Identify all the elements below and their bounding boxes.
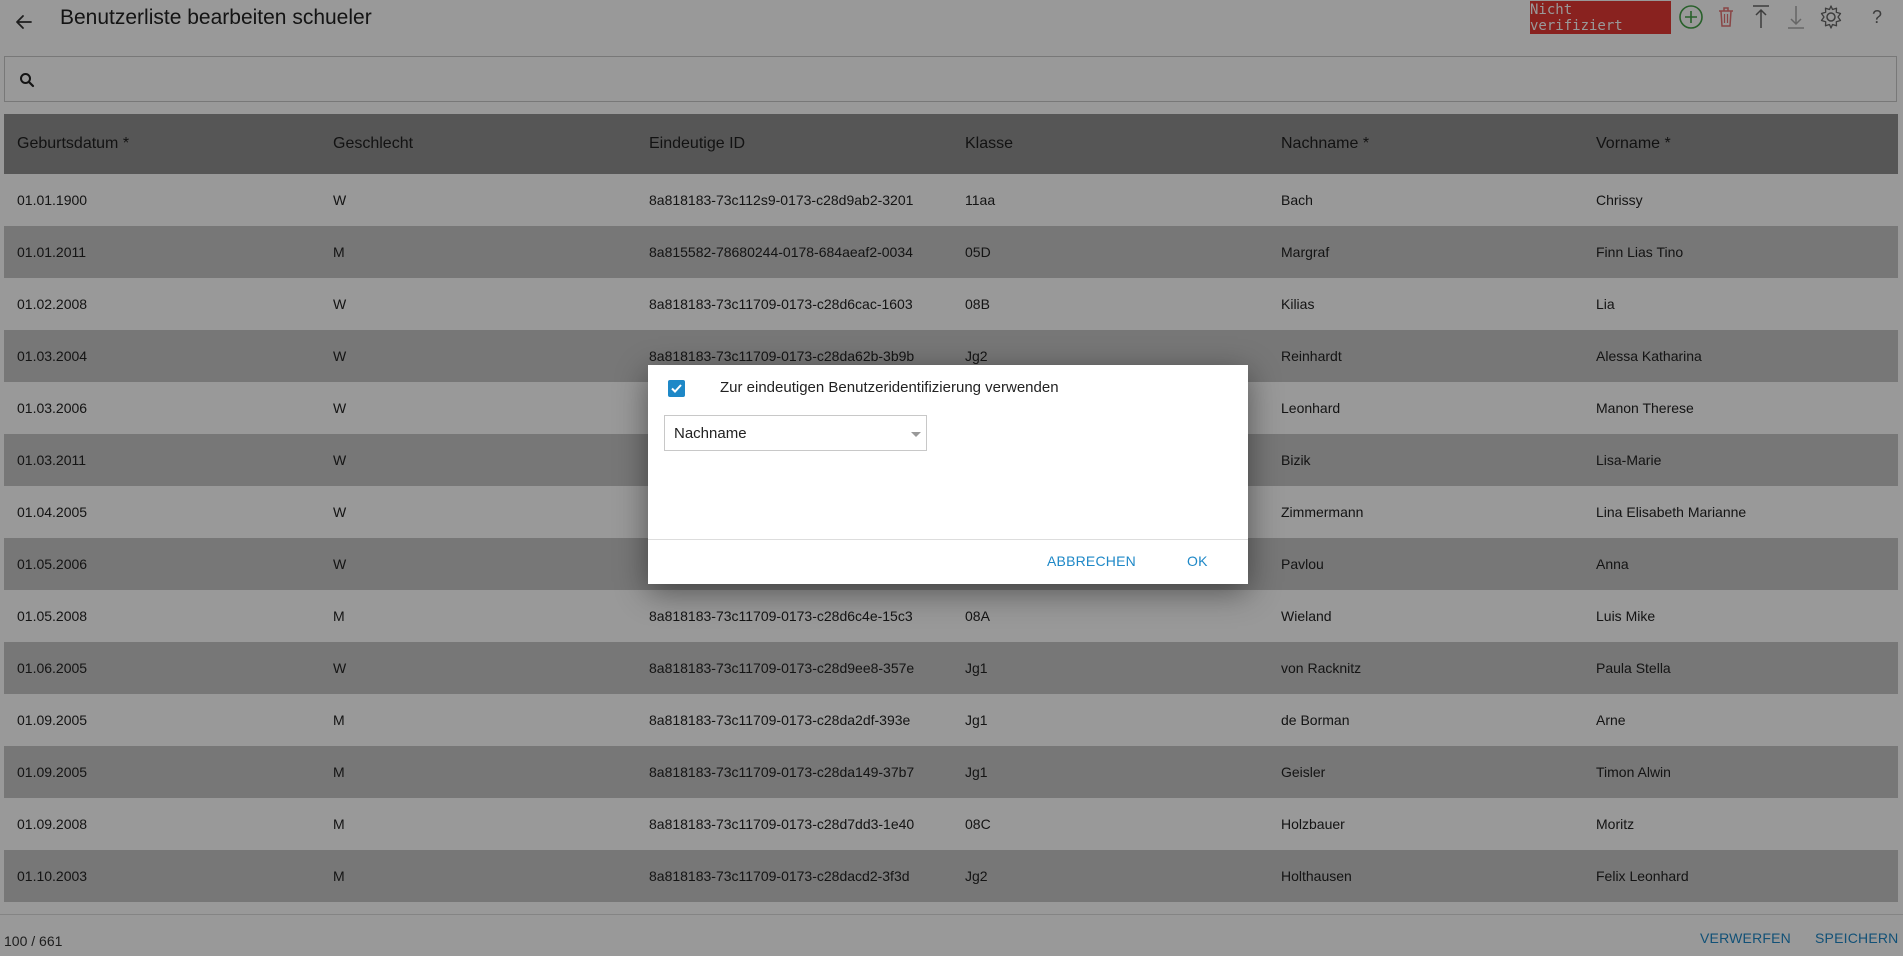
identification-dialog: Zur eindeutigen Benutzeridentifizierung … <box>648 365 1248 584</box>
cancel-button[interactable]: ABBRECHEN <box>1047 553 1136 569</box>
caret-down-icon <box>911 432 921 437</box>
checkmark-icon <box>671 384 682 393</box>
field-select[interactable]: Nachname <box>664 415 927 451</box>
select-value: Nachname <box>674 425 747 442</box>
app-root: Benutzerliste bearbeiten schueler Nicht … <box>0 0 1903 957</box>
checkbox-label: Zur eindeutigen Benutzeridentifizierung … <box>720 379 1059 396</box>
use-for-identification-checkbox[interactable] <box>668 380 685 397</box>
dialog-divider <box>648 539 1248 540</box>
ok-button[interactable]: OK <box>1187 553 1208 569</box>
